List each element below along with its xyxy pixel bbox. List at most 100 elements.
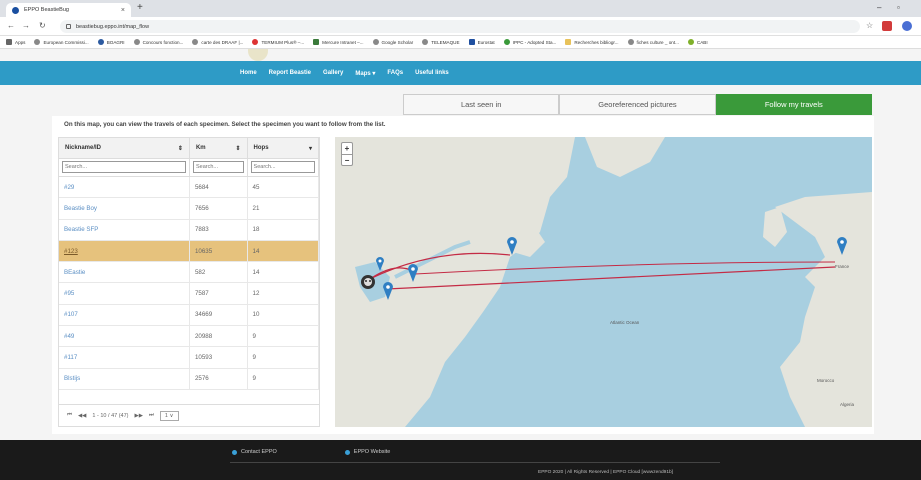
map-label: Atlantic Ocean [610,320,640,325]
greenland-landmass [585,137,665,177]
nav-maps[interactable]: Maps ▾ [355,70,375,77]
table-filters [59,159,319,177]
intranet-icon [313,39,320,45]
map-intro-text: On this map, you can view the travels of… [64,121,386,128]
new-tab-button[interactable]: + [137,2,143,13]
maximize-icon[interactable]: ▫ [897,3,900,12]
map-label: France [835,264,850,269]
beastie-bug-icon [361,275,375,289]
page-info: 1 - 10 / 47 (47) [92,412,129,419]
zoom-out-button[interactable]: − [342,155,352,166]
forward-icon[interactable]: → [22,21,30,30]
map-label: Algeria [840,402,855,407]
nickname-search-input[interactable] [62,161,186,173]
back-icon[interactable]: ← [7,21,15,30]
nav-gallery[interactable]: Gallery [323,70,343,76]
bookmark-item[interactable]: Concours fonction... [133,39,183,45]
nav-faqs[interactable]: FAQs [387,70,403,76]
column-header-nickname[interactable]: Nickname/ID ⇕ [59,138,190,158]
table-row[interactable]: Beastie SFP 7883 18 [59,219,319,241]
globe-icon [627,39,634,45]
column-header-hops[interactable]: Hops ▾ [248,138,319,158]
bookmark-item[interactable]: TERMIUM Plus® –... [252,39,304,45]
address-bar-row: ← → ↻ beastiebug.eppo.int/map_flow ☆ [0,17,921,36]
prev-page-button[interactable]: ◀◀ [78,413,86,419]
map-label: Morocco [817,378,835,383]
bookmark-item[interactable]: fiches culture _ ont... [627,39,679,45]
tab-follow-my-travels[interactable]: Follow my travels [715,94,872,115]
globe-icon [372,39,379,45]
bookmark-item[interactable]: European Commissi... [34,39,89,45]
globe-icon [422,39,429,45]
sort-icon[interactable]: ⇕ [236,145,241,152]
table-row[interactable]: BEastie 582 14 [59,262,319,284]
bookmark-item[interactable]: carte des DRAAF |... [192,39,243,45]
url-bar[interactable]: beastiebug.eppo.int/map_flow [60,20,860,33]
europe-africa-landmass [775,192,872,427]
footer-website-link[interactable]: EPPO Website [344,449,425,455]
eurostat-icon [468,39,475,45]
extension-icon[interactable] [882,21,892,31]
footer-contact-link[interactable]: Contact EPPO [232,449,311,455]
folder-icon [565,39,572,45]
bookmark-item[interactable]: TELEMAQUE [422,39,460,45]
footer-divider [230,462,720,463]
profile-avatar-icon[interactable] [902,21,912,31]
ippc-icon [503,39,510,45]
table-row[interactable]: Blstijs 2576 9 [59,368,319,390]
bookmark-item[interactable]: Recherches bibliogr... [565,39,619,45]
reload-icon[interactable]: ↻ [39,21,46,30]
sort-desc-icon[interactable]: ▾ [309,145,312,152]
table-row[interactable]: #29 5684 45 [59,177,319,199]
table-row[interactable]: Beastie Boy 7656 21 [59,198,319,220]
table-pager: ⏮ ◀◀ 1 - 10 / 47 (47) ▶▶ ⏭ 1 ∨ [59,404,319,426]
bullet-icon [344,449,350,455]
specimen-table: Nickname/ID⇕ Km⇕ Hops▾ #29568445 Beastie… [58,137,320,427]
site-logo[interactable] [248,49,268,61]
table-row[interactable]: #95 7587 12 [59,283,319,305]
minimize-icon[interactable]: – [877,3,881,12]
tab-last-seen-in[interactable]: Last seen in [403,94,560,115]
cabi-icon [687,39,694,45]
table-row[interactable]: #49 20988 9 [59,326,319,348]
last-page-button[interactable]: ⏭ [149,412,154,419]
nav-report-beastie[interactable]: Report Beastie [269,70,311,76]
bookmark-item[interactable]: Eurostat [468,39,495,45]
page-select[interactable]: 1 ∨ [159,410,179,421]
table-row[interactable]: #117 10593 9 [59,347,319,369]
travel-map[interactable]: Atlantic Ocean France Morocco Algeria [335,137,872,427]
browser-tabstrip: EPPO BeastieBug × + – ▫ [0,0,921,17]
table-row-selected[interactable]: #123 10635 14 [59,240,319,263]
table-header: Nickname/ID ⇕ Km ⇕ Hops ▾ [59,138,319,159]
close-tab-icon[interactable]: × [121,7,125,14]
bookmark-item[interactable]: Mercure Intranet –... [313,39,364,45]
apps-icon [6,39,12,45]
tab-georeferenced-pictures[interactable]: Georeferenced pictures [559,94,716,115]
bookmark-star-icon[interactable]: ☆ [866,21,873,30]
table-row[interactable]: #107 34669 10 [59,304,319,327]
bookmarks-bar: Apps European Commissi... BOAGRI Concour… [0,36,921,49]
km-search-input[interactable] [192,161,244,173]
map-view-tabs: Last seen in Georeferenced pictures Foll… [403,94,872,115]
bookmark-item[interactable]: CABI [687,39,708,45]
bookmark-item[interactable]: BOAGRI [97,39,125,45]
bookmark-item[interactable]: Apps [6,39,25,45]
site-footer: Contact EPPO EPPO Website EPPO 2020 | Al… [0,440,921,480]
first-page-button[interactable]: ⏮ [67,412,72,419]
bookmark-item[interactable]: Google Scholar [372,39,413,45]
next-page-button[interactable]: ▶▶ [135,413,143,419]
globe-icon [192,39,199,45]
browser-tab[interactable]: EPPO BeastieBug × [6,3,131,17]
bullet-icon [232,449,237,455]
zoom-in-button[interactable]: + [342,143,352,155]
maple-leaf-icon [252,39,259,45]
nav-home[interactable]: Home [240,70,257,76]
sort-icon[interactable]: ⇕ [178,145,183,152]
site-nav: Home Report Beastie Gallery Maps ▾ FAQs … [0,61,921,85]
browser-tab-title: EPPO BeastieBug [24,7,69,13]
bookmark-item[interactable]: IPPC - Adopted Sta... [503,39,556,45]
nav-useful-links[interactable]: Useful links [415,70,449,76]
hops-search-input[interactable] [250,161,315,173]
eppo-favicon-icon [12,6,19,14]
column-header-km[interactable]: Km ⇕ [190,138,248,158]
